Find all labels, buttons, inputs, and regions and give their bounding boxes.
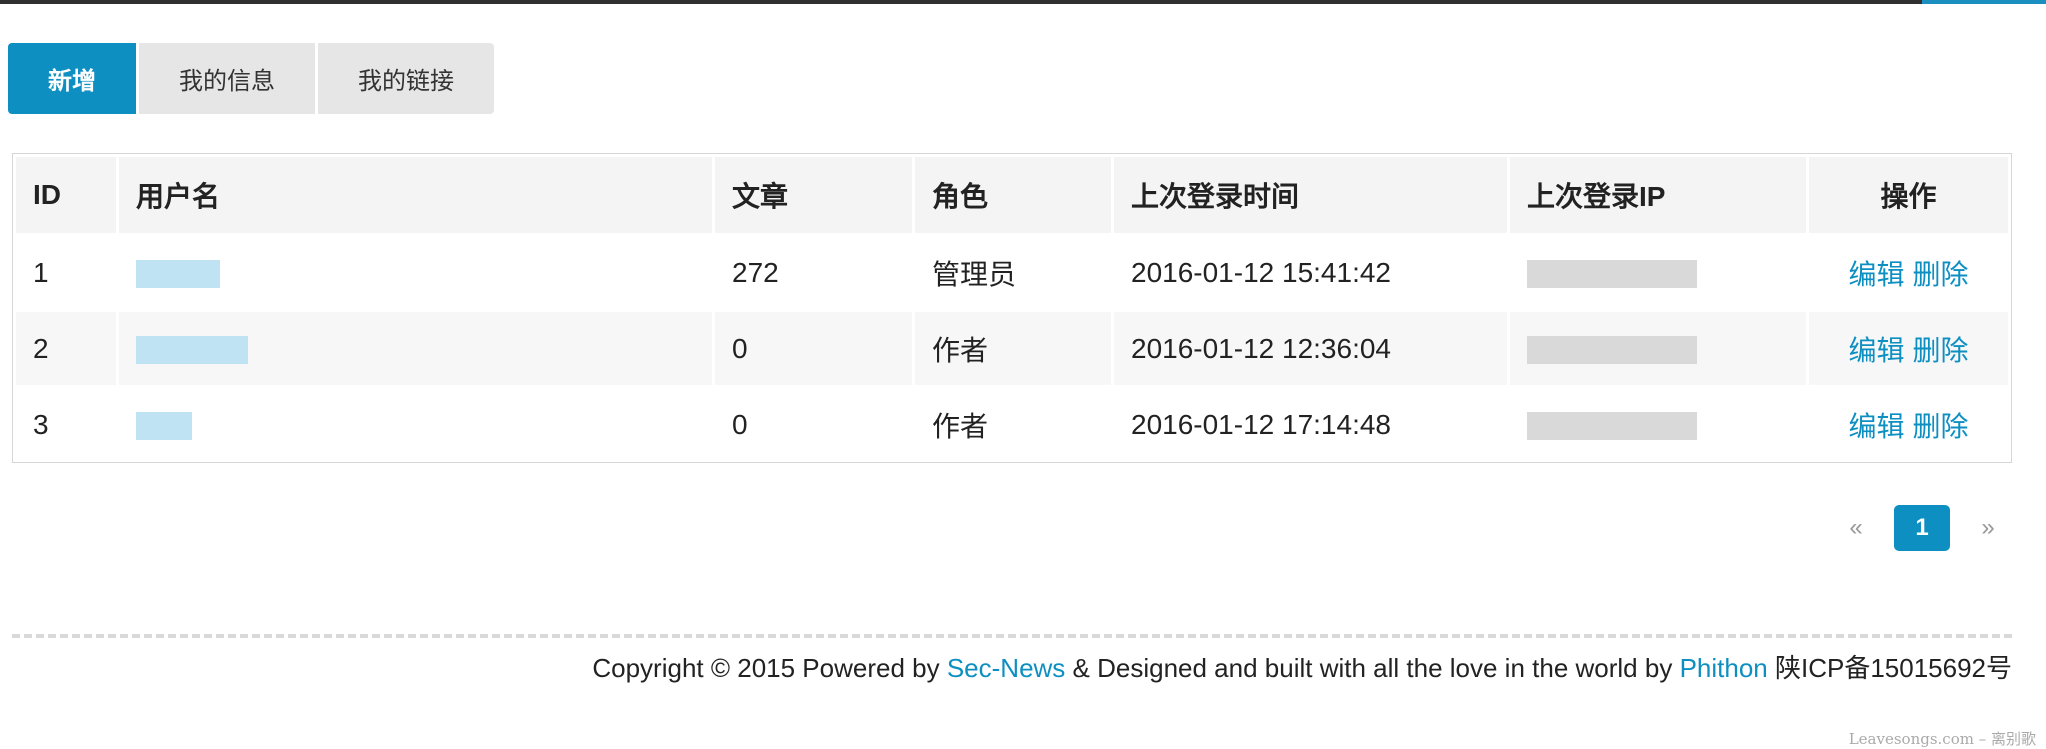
cell-posts: 272 [715, 236, 912, 309]
cell-username[interactable] [119, 312, 712, 385]
footer-divider [12, 634, 2012, 638]
cell-last-login-ip [1510, 312, 1806, 385]
table-header-row: ID 用户名 文章 角色 上次登录时间 上次登录IP 操作 [16, 157, 2008, 233]
watermark: Leavesongs.com – 离别歌 [1848, 730, 2036, 748]
cell-posts: 0 [715, 388, 912, 461]
cell-username[interactable] [119, 236, 712, 309]
icp-text: 陕ICP备15015692号 [1767, 653, 2012, 683]
table-row: 3 0 作者 2016-01-12 17:14:48 编辑 删除 [16, 388, 2008, 461]
footer-text: Copyright © 2015 Powered by [592, 653, 947, 683]
cell-posts: 0 [715, 312, 912, 385]
top-rule [0, 0, 1922, 4]
col-header-id: ID [16, 157, 116, 233]
tab-my-info[interactable]: 我的信息 [139, 43, 315, 114]
col-header-role: 角色 [915, 157, 1111, 233]
next-page-button[interactable]: » [1960, 505, 2016, 551]
phithon-link[interactable]: Phithon [1680, 653, 1768, 683]
redacted-username[interactable] [136, 260, 220, 289]
redacted-ip [1527, 260, 1697, 289]
users-table: ID 用户名 文章 角色 上次登录时间 上次登录IP 操作 1 272 管理员 … [12, 153, 2012, 463]
pagination: « 1 » [1828, 505, 2016, 551]
delete-link[interactable]: 删除 [1913, 335, 1969, 366]
cell-id: 1 [16, 236, 116, 309]
top-rule-accent [1922, 0, 2046, 4]
prev-page-button[interactable]: « [1828, 505, 1884, 551]
col-header-last-login-time: 上次登录时间 [1114, 157, 1507, 233]
edit-link[interactable]: 编辑 [1848, 335, 1904, 366]
cell-actions: 编辑 删除 [1809, 388, 2008, 461]
footer-text: & Designed and built with all the love i… [1065, 653, 1680, 683]
redacted-ip [1527, 412, 1697, 441]
page-1-button[interactable]: 1 [1894, 505, 1950, 551]
delete-link[interactable]: 删除 [1913, 411, 1969, 442]
redacted-ip [1527, 336, 1697, 365]
col-header-last-login-ip: 上次登录IP [1510, 157, 1806, 233]
cell-username[interactable] [119, 388, 712, 461]
redacted-username[interactable] [136, 412, 192, 441]
redacted-username[interactable] [136, 336, 248, 365]
table-row: 2 0 作者 2016-01-12 12:36:04 编辑 删除 [16, 312, 2008, 385]
col-header-actions: 操作 [1809, 157, 2008, 233]
cell-last-login-ip [1510, 236, 1806, 309]
col-header-username: 用户名 [119, 157, 712, 233]
cell-id: 3 [16, 388, 116, 461]
tab-my-links[interactable]: 我的链接 [318, 43, 494, 114]
cell-actions: 编辑 删除 [1809, 236, 2008, 309]
tab-bar: 新增 我的信息 我的链接 [8, 43, 497, 114]
cell-last-login-time: 2016-01-12 15:41:42 [1114, 236, 1507, 309]
cell-id: 2 [16, 312, 116, 385]
cell-last-login-ip [1510, 388, 1806, 461]
table-row: 1 272 管理员 2016-01-12 15:41:42 编辑 删除 [16, 236, 2008, 309]
cell-role: 作者 [915, 388, 1111, 461]
tab-add[interactable]: 新增 [8, 43, 136, 114]
cell-actions: 编辑 删除 [1809, 312, 2008, 385]
cell-role: 作者 [915, 312, 1111, 385]
cell-last-login-time: 2016-01-12 17:14:48 [1114, 388, 1507, 461]
delete-link[interactable]: 删除 [1913, 259, 1969, 290]
col-header-posts: 文章 [715, 157, 912, 233]
cell-role: 管理员 [915, 236, 1111, 309]
footer: Copyright © 2015 Powered by Sec-News & D… [592, 648, 2012, 685]
edit-link[interactable]: 编辑 [1848, 411, 1904, 442]
sec-news-link[interactable]: Sec-News [947, 653, 1065, 683]
cell-last-login-time: 2016-01-12 12:36:04 [1114, 312, 1507, 385]
edit-link[interactable]: 编辑 [1848, 259, 1904, 290]
